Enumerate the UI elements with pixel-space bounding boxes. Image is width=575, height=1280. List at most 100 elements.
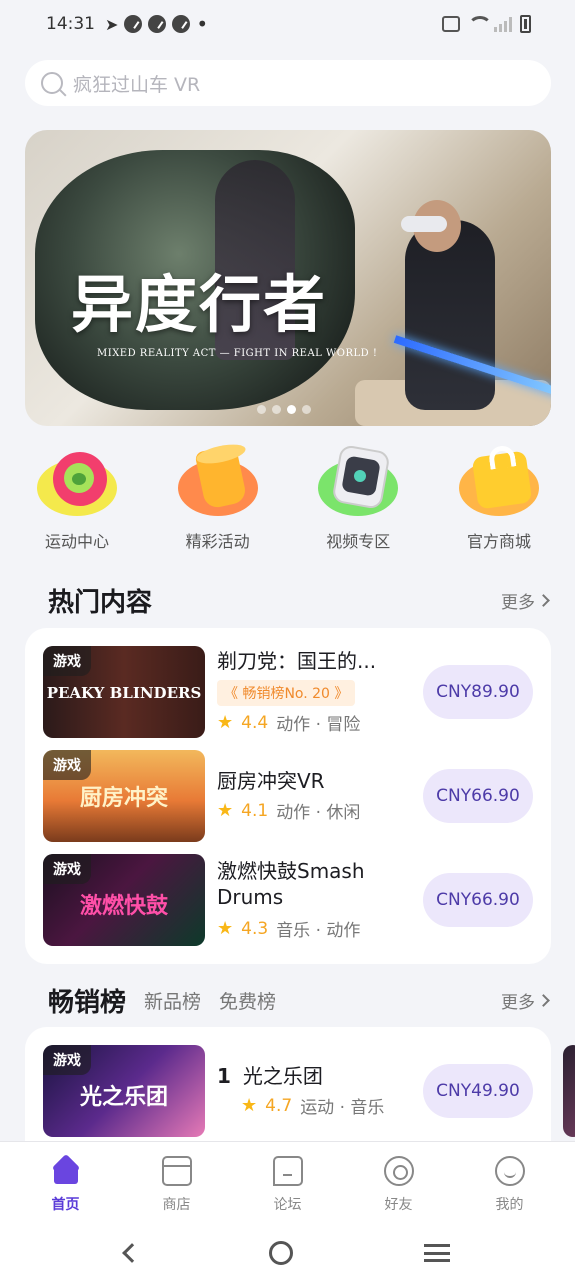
banner-dot-active[interactable] [287, 405, 296, 414]
battery-icon [520, 15, 531, 33]
price-button[interactable]: CNY66.90 [423, 769, 533, 823]
quick-entry-sport-center[interactable]: 运动中心 [25, 445, 129, 552]
banner-dot[interactable] [272, 405, 281, 414]
charts-more-link[interactable]: 更多 [501, 988, 550, 1013]
game-genres: 音乐 · 动作 [276, 921, 361, 941]
nav-friends[interactable]: 好友 [354, 1142, 444, 1226]
rank-badge: 《 畅销榜No. 20 》 [217, 680, 356, 706]
banner-subtitle: MIXED REALITY ACT — FIGHT IN REAL WORLD … [97, 348, 378, 359]
nav-forum[interactable]: 论坛 [243, 1142, 333, 1226]
game-info: 1 光之乐团 ★ 4.7 运动 · 音乐 CNY49.90 [217, 1045, 533, 1137]
game-score: 4.7 [265, 1095, 293, 1116]
more-label: 更多 [501, 993, 535, 1013]
search-placeholder: 疯狂过山车 VR [73, 73, 201, 96]
game-thumbnail[interactable]: PEAKY BLINDERS 游戏 [43, 646, 205, 738]
nav-home[interactable]: 首页 [21, 1142, 111, 1226]
status-time: 14:31 [46, 14, 95, 34]
tab-free[interactable]: 免费榜 [219, 987, 276, 1014]
nav-label: 我的 [495, 1197, 524, 1213]
game-thumbnail[interactable]: 激燃快鼓 游戏 [43, 854, 205, 946]
quick-entry-official-store[interactable]: 官方商城 [447, 444, 551, 552]
game-tag: 游戏 [43, 1045, 91, 1075]
game-info: 激燃快鼓Smash Drums ★ 4.3 音乐 · 动作 CNY66.90 [217, 854, 533, 946]
price-button[interactable]: CNY89.90 [423, 665, 533, 719]
game-tag: 游戏 [43, 646, 91, 676]
bottom-navigation: 首页 商店 论坛 好友 我的 [0, 1141, 575, 1226]
thumbnail-title: 厨房冲突 [79, 786, 168, 811]
video-zone-icon [316, 444, 400, 518]
home-circle-icon[interactable] [269, 1241, 294, 1265]
nav-store[interactable]: 商店 [132, 1142, 222, 1226]
chevron-right-icon [537, 594, 550, 607]
wifi-icon [468, 16, 492, 32]
signal-icon [494, 16, 512, 32]
game-genres: 动作 · 休闲 [276, 803, 361, 823]
game-thumbnail[interactable]: 厨房冲突 游戏 [43, 750, 205, 842]
vr-headset [401, 216, 447, 232]
game-row[interactable]: 激燃快鼓 游戏 激燃快鼓Smash Drums ★ 4.3 音乐 · 动作 CN… [43, 854, 533, 946]
charts-section-header: 畅销榜 新品榜 免费榜 更多 [48, 982, 550, 1019]
quick-entry-label: 视频专区 [326, 532, 391, 551]
game-thumbnail[interactable]: 光之乐团 游戏 [43, 1045, 205, 1137]
tab-bestsellers[interactable]: 畅销榜 [48, 982, 126, 1019]
star-icon: ★ [217, 918, 234, 939]
banner-dot[interactable] [302, 405, 311, 414]
status-bar: 14:31 ➤ • [0, 0, 575, 48]
chevron-right-icon [537, 994, 550, 1007]
notification-icons: ➤ • [105, 12, 209, 36]
price-button[interactable]: CNY66.90 [423, 873, 533, 927]
hot-content-card: PEAKY BLINDERS 游戏 剃刀党：国王的... 《 畅销榜No. 20… [25, 628, 551, 964]
banner-player [405, 220, 495, 410]
star-icon: ★ [217, 800, 234, 821]
quick-entry-label: 精彩活动 [185, 532, 250, 551]
game-score: 4.4 [241, 712, 269, 733]
hot-section-title: 热门内容 [48, 588, 153, 618]
thumbnail-title: PEAKY BLINDERS [46, 684, 202, 702]
forum-icon [272, 1156, 303, 1186]
promo-banner[interactable]: 异度行者 MIXED REALITY ACT — FIGHT IN REAL W… [25, 130, 551, 426]
back-icon[interactable] [122, 1243, 143, 1263]
events-icon [176, 440, 260, 518]
chart-row[interactable]: 光之乐团 游戏 1 光之乐团 ★ 4.7 运动 · 音乐 CNY49.90 [43, 1045, 533, 1137]
store-icon [161, 1156, 192, 1186]
telegram-icon: ➤ [105, 14, 119, 34]
banner-pagination[interactable] [257, 405, 311, 414]
notification-app-icon [148, 15, 167, 33]
friends-icon [383, 1156, 414, 1186]
game-row[interactable]: 厨房冲突 游戏 厨房冲突VR ★ 4.1 动作 · 休闲 CNY66.90 [43, 750, 533, 842]
sport-center-icon [35, 445, 119, 518]
quick-entry-video-zone[interactable]: 视频专区 [306, 444, 410, 552]
nav-label: 商店 [162, 1197, 191, 1213]
game-score: 4.3 [241, 918, 269, 939]
search-bar[interactable]: 疯狂过山车 VR [25, 60, 551, 106]
rank-number: 1 [217, 1064, 231, 1088]
system-navigation-bar [0, 1226, 575, 1280]
tab-new-releases[interactable]: 新品榜 [144, 987, 201, 1014]
game-score: 4.1 [241, 800, 269, 821]
game-tag: 游戏 [43, 854, 91, 884]
quick-entry-events[interactable]: 精彩活动 [166, 440, 270, 552]
game-tag: 游戏 [43, 750, 91, 780]
hot-more-link[interactable]: 更多 [501, 588, 550, 613]
nav-label: 论坛 [273, 1197, 302, 1213]
notification-app-icon [124, 15, 143, 33]
star-icon: ★ [217, 712, 234, 733]
game-info: 厨房冲突VR ★ 4.1 动作 · 休闲 CNY66.90 [217, 750, 533, 842]
more-label: 更多 [501, 593, 535, 613]
system-status-icons [442, 15, 531, 33]
banner-dot[interactable] [257, 405, 266, 414]
menu-icon[interactable] [423, 1244, 450, 1262]
game-genres: 动作 · 冒险 [276, 715, 361, 735]
notification-app-icon [172, 15, 191, 33]
star-icon: ★ [241, 1095, 258, 1116]
home-icon [51, 1156, 81, 1186]
more-notifications-icon: • [196, 12, 209, 36]
nav-label: 首页 [51, 1197, 80, 1213]
banner-title: 异度行者 [71, 268, 328, 341]
price-button[interactable]: CNY49.90 [423, 1064, 533, 1118]
nav-me[interactable]: 我的 [465, 1142, 555, 1226]
game-row[interactable]: PEAKY BLINDERS 游戏 剃刀党：国王的... 《 畅销榜No. 20… [43, 646, 533, 738]
quick-entry-label: 官方商城 [466, 532, 531, 551]
next-item-peek[interactable] [563, 1045, 575, 1137]
game-genres: 运动 · 音乐 [300, 1098, 385, 1118]
